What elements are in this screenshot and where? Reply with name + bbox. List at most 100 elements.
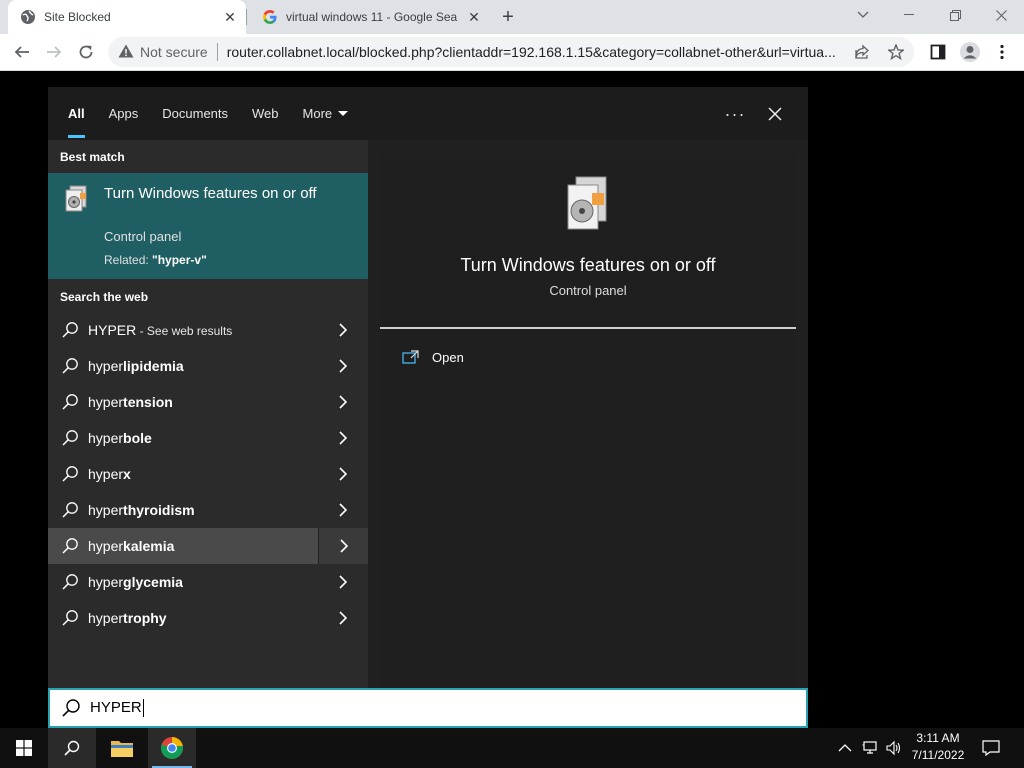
web-result-text: hyperthyroidism <box>88 502 318 518</box>
search-icon <box>60 500 80 520</box>
web-result-row[interactable]: hypertension <box>48 384 368 420</box>
clock-date: 7/11/2022 <box>911 748 965 762</box>
best-match-heading: Best match <box>60 150 125 164</box>
preview-subtitle: Control panel <box>549 283 627 298</box>
web-result-row[interactable]: hyperthyroidism <box>48 492 368 528</box>
tab-more[interactable]: More <box>291 87 361 140</box>
tab-apps[interactable]: Apps <box>97 87 151 140</box>
new-tab-button[interactable]: + <box>496 5 520 29</box>
web-result-text: hyperkalemia <box>88 538 318 554</box>
search-icon <box>60 536 80 556</box>
tab-separator <box>246 9 247 25</box>
result-completion-part: x <box>123 466 131 482</box>
caret-down-icon <box>338 111 349 116</box>
security-label[interactable]: Not secure <box>140 44 208 60</box>
globe-icon <box>20 9 36 25</box>
search-icon <box>60 320 80 340</box>
tab-google-search[interactable]: virtual windows 11 - Google Sea ✕ <box>250 0 490 34</box>
show-hidden-icons-chevron-icon[interactable] <box>838 728 852 768</box>
back-button[interactable] <box>6 36 38 68</box>
web-result-row[interactable]: hyperbole <box>48 420 368 456</box>
warning-icon[interactable] <box>118 44 134 61</box>
result-query-part: hyper <box>88 358 124 374</box>
minimize-button[interactable] <box>886 0 932 30</box>
preview-divider <box>380 327 796 329</box>
tab-documents[interactable]: Documents <box>150 87 240 140</box>
close-window-button[interactable] <box>978 0 1024 30</box>
web-result-row[interactable]: HYPER - See web results <box>48 312 368 348</box>
chevron-right-icon[interactable] <box>318 384 368 420</box>
result-completion-part: thyroidism <box>123 502 195 518</box>
address-bar[interactable]: Not secure router.collabnet.local/blocke… <box>108 37 914 67</box>
side-panel-icon[interactable] <box>922 36 954 68</box>
result-completion-part: kalemia <box>123 538 175 554</box>
result-query-part: hyper <box>88 574 124 590</box>
kebab-menu-icon[interactable] <box>986 36 1018 68</box>
chevron-right-icon[interactable] <box>318 312 368 348</box>
tab-site-blocked[interactable]: Site Blocked ✕ <box>8 0 246 34</box>
tab-close-icon[interactable]: ✕ <box>464 7 484 27</box>
chevron-right-icon[interactable] <box>318 492 368 528</box>
search-query: HYPER <box>90 698 144 718</box>
bookmark-star-icon[interactable] <box>888 37 904 67</box>
tab-more-label: More <box>302 106 333 121</box>
web-result-row[interactable]: hyperlipidemia <box>48 348 368 384</box>
web-result-text: hyperlipidemia <box>88 358 318 374</box>
result-query-part: HYPER <box>88 322 137 338</box>
windows-features-large-icon <box>562 175 612 235</box>
network-icon[interactable] <box>862 728 880 768</box>
clock-time: 3:11 AM <box>916 731 960 745</box>
web-result-text: hyperbole <box>88 430 318 446</box>
windows-search-panel: All Apps Documents Web More ··· Best mat… <box>48 87 808 688</box>
reload-button[interactable] <box>70 36 102 68</box>
chevron-right-icon[interactable] <box>318 456 368 492</box>
search-icon <box>60 428 80 448</box>
url-text[interactable]: router.collabnet.local/blocked.php?clien… <box>227 44 847 60</box>
chrome-icon[interactable] <box>148 728 196 768</box>
search-query-text: HYPER <box>90 698 142 716</box>
search-icon <box>60 608 80 628</box>
result-completion-part: tension <box>123 394 173 410</box>
start-button[interactable] <box>0 728 48 768</box>
web-result-text: hypertrophy <box>88 610 318 626</box>
tab-title: Site Blocked <box>44 10 111 24</box>
open-action[interactable]: Open <box>402 349 464 365</box>
chevron-right-icon[interactable] <box>318 348 368 384</box>
restore-button[interactable] <box>932 0 978 30</box>
chevron-right-icon[interactable] <box>318 528 368 564</box>
volume-icon[interactable] <box>886 728 902 768</box>
close-search-button[interactable] <box>760 99 790 129</box>
taskbar-search-icon[interactable] <box>48 728 96 768</box>
chevron-right-icon[interactable] <box>318 420 368 456</box>
search-icon <box>60 572 80 592</box>
web-result-row[interactable]: hypertrophy <box>48 600 368 636</box>
tab-search-chevron-icon[interactable] <box>840 0 886 30</box>
tab-all[interactable]: All <box>56 87 97 140</box>
best-match-result[interactable]: Turn Windows features on or off Control … <box>48 173 368 279</box>
tab-web[interactable]: Web <box>240 87 291 140</box>
see-web-results-label: - See web results <box>136 324 233 338</box>
system-clock[interactable]: 3:11 AM 7/11/2022 <box>904 730 972 764</box>
windows-features-icon <box>64 185 90 213</box>
web-result-text: HYPER - See web results <box>88 322 318 338</box>
profile-avatar[interactable] <box>954 36 986 68</box>
web-result-row[interactable]: hyperglycemia <box>48 564 368 600</box>
preview-title: Turn Windows features on or off <box>460 255 716 275</box>
search-icon <box>60 392 80 412</box>
search-input[interactable]: HYPER <box>48 688 808 728</box>
chevron-right-icon[interactable] <box>318 564 368 600</box>
result-query-part: hyper <box>88 394 124 410</box>
forward-button[interactable] <box>38 36 70 68</box>
related-value: "hyper-v" <box>152 253 207 267</box>
notifications-icon[interactable] <box>982 728 1000 768</box>
more-options-icon[interactable]: ··· <box>720 99 750 129</box>
share-icon[interactable] <box>854 37 870 67</box>
result-completion-part: bole <box>123 430 152 446</box>
tab-close-icon[interactable]: ✕ <box>220 7 240 27</box>
result-query-part: hyper <box>88 538 124 554</box>
web-result-row[interactable]: hyperkalemia <box>48 528 368 564</box>
chevron-right-icon[interactable] <box>318 600 368 636</box>
file-explorer-icon[interactable] <box>98 728 146 768</box>
result-completion-part: lipidemia <box>123 358 184 374</box>
web-result-row[interactable]: hyperx <box>48 456 368 492</box>
